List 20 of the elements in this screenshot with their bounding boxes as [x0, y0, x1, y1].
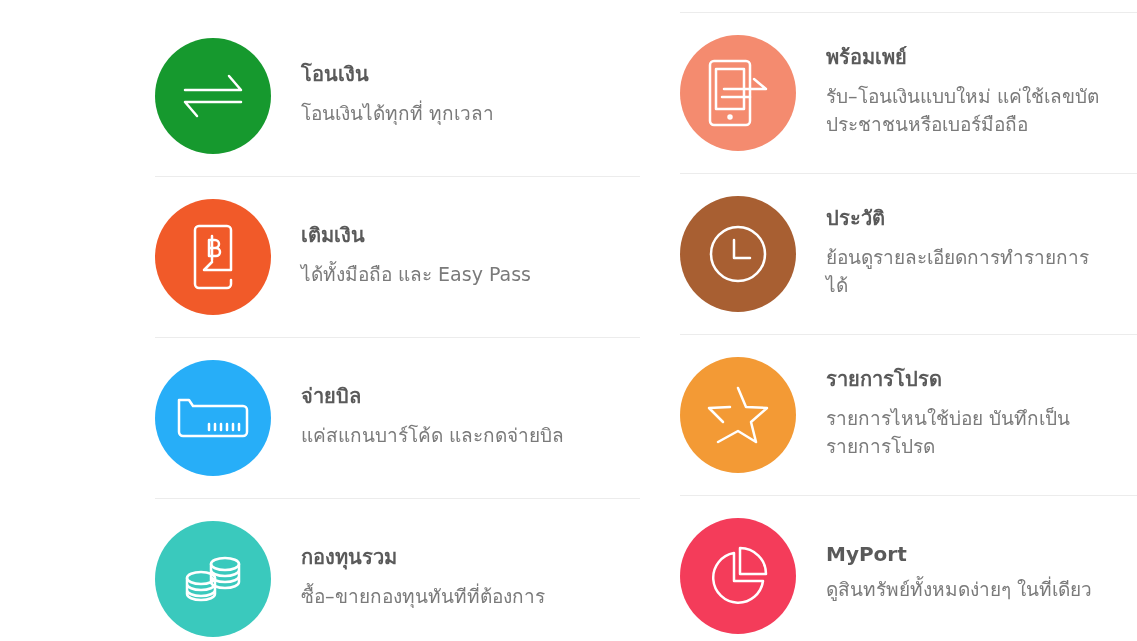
- service-title: ประวัติ: [826, 205, 886, 233]
- bill-card-icon: [175, 396, 251, 440]
- clock-icon: [708, 224, 768, 284]
- star-icon: [706, 385, 770, 445]
- service-description: โอนเงินได้ทุกที่ ทุกเวลา: [301, 100, 495, 127]
- service-title: รายการโปรด: [826, 366, 943, 394]
- service-title: MyPort: [826, 542, 908, 567]
- service-title: เติมเงิน: [301, 222, 366, 250]
- service-description: ได้ทั้งมือถือ และ Easy Pass: [301, 261, 531, 288]
- service-description: ย้อนดูรายละเอียดการทำรายการ ได้: [826, 245, 1089, 298]
- service-description: ซื้อ–ขายกองทุนทันทีที่ต้องการ: [301, 583, 545, 610]
- service-description: ดูสินทรัพย์ทั้งหมดง่ายๆ ในที่เดียว: [826, 576, 1093, 603]
- service-title: พร้อมเพย์: [826, 44, 908, 72]
- service-description: รับ–โอนเงินแบบใหม่ แค่ใช้เลขบัต ประชาชนหรือเบอร์มือถือ: [826, 84, 1099, 137]
- service-description: แค่สแกนบาร์โค้ด และกดจ่ายบิล: [301, 423, 565, 449]
- service-title: กองทุนรวม: [301, 544, 398, 572]
- phone-transfer-icon: [706, 59, 770, 127]
- service-title: โอนเงิน: [301, 61, 370, 89]
- service-description: รายการไหนใช้บ่อย บันทึกเป็น รายการโปรด: [826, 406, 1071, 459]
- service-title: จ่ายบิล: [301, 383, 362, 411]
